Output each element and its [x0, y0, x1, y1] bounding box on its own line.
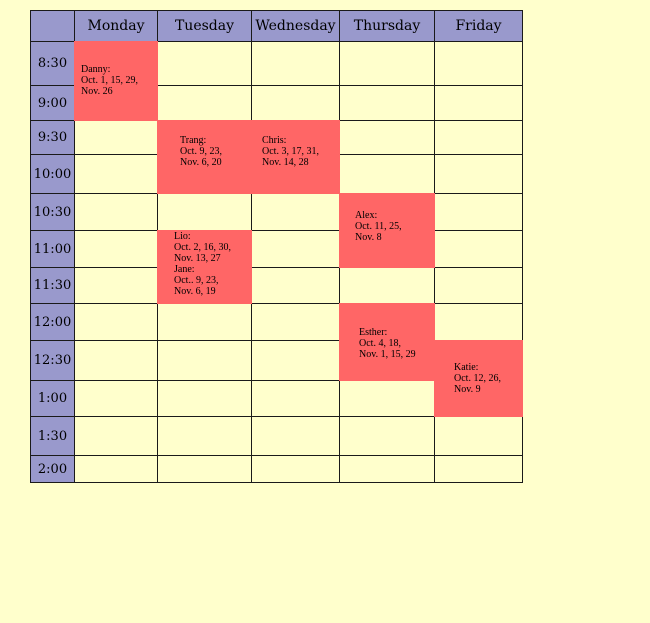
schedule-cell	[157, 340, 252, 381]
schedule-cell	[157, 193, 252, 231]
header-tuesday: Tuesday	[157, 10, 252, 42]
schedule-cell	[339, 267, 435, 304]
header-thursday: Thursday	[339, 10, 435, 42]
schedule-cell	[74, 154, 158, 194]
time-label: 11:00	[30, 230, 75, 268]
schedule-cell	[434, 120, 523, 155]
time-label: 10:00	[30, 154, 75, 194]
schedule-cell	[157, 41, 252, 86]
schedule-cell	[434, 154, 523, 194]
schedule-cell	[339, 41, 435, 86]
time-label: 8:30	[30, 41, 75, 86]
schedule-cell	[251, 303, 340, 341]
schedule-cell	[339, 455, 435, 483]
schedule-cell	[251, 380, 340, 417]
time-label: 12:30	[30, 340, 75, 381]
schedule-cell	[339, 416, 435, 456]
schedule-cell	[434, 416, 523, 456]
schedule-cell	[339, 85, 435, 121]
schedule-cell	[251, 455, 340, 483]
schedule-cell	[434, 267, 523, 304]
schedule-cell	[157, 416, 252, 456]
time-label: 1:00	[30, 380, 75, 417]
schedule-cell	[157, 85, 252, 121]
schedule-cell	[251, 267, 340, 304]
schedule-cell	[157, 455, 252, 483]
schedule-cell	[74, 303, 158, 341]
time-label: 9:00	[30, 85, 75, 121]
schedule-cell	[339, 380, 435, 417]
schedule-cell	[157, 380, 252, 417]
schedule-cell	[157, 303, 252, 341]
appointment-alex: Alex: Oct. 11, 25, Nov. 8	[339, 193, 435, 268]
schedule-cell	[74, 120, 158, 155]
schedule-cell	[251, 41, 340, 86]
time-label: 11:30	[30, 267, 75, 304]
schedule-cell	[251, 85, 340, 121]
schedule-cell	[74, 455, 158, 483]
schedule-cell	[74, 193, 158, 231]
time-label: 12:00	[30, 303, 75, 341]
schedule-cell	[434, 85, 523, 121]
schedule-cell	[339, 154, 435, 194]
appointment-katie: Katie: Oct. 12, 26, Nov. 9	[434, 340, 523, 417]
header-friday: Friday	[434, 10, 523, 42]
schedule-grid: Monday Tuesday Wednesday Thursday Friday…	[0, 0, 650, 623]
appointment-trang: Trang: Oct. 9, 23, Nov. 6, 20	[157, 120, 252, 194]
schedule-cell	[434, 230, 523, 268]
schedule-cell	[74, 340, 158, 381]
schedule-cell	[339, 120, 435, 155]
header-monday: Monday	[74, 10, 158, 42]
schedule-cell	[434, 41, 523, 86]
schedule-cell	[74, 380, 158, 417]
appointment-esther: Esther: Oct. 4, 18, Nov. 1, 15, 29	[339, 303, 435, 381]
schedule-cell	[434, 455, 523, 483]
schedule-cell	[74, 267, 158, 304]
time-label: 9:30	[30, 120, 75, 155]
schedule-cell	[251, 193, 340, 231]
corner-cell	[30, 10, 75, 42]
schedule-cell	[434, 193, 523, 231]
header-wednesday: Wednesday	[251, 10, 340, 42]
time-label: 10:30	[30, 193, 75, 231]
schedule-cell	[251, 340, 340, 381]
schedule-cell	[251, 230, 340, 268]
schedule-cell	[434, 303, 523, 341]
time-label: 1:30	[30, 416, 75, 456]
appointment-danny: Danny: Oct. 1, 15, 29, Nov. 26	[74, 41, 158, 121]
time-label: 2:00	[30, 455, 75, 483]
appointment-lio-jane: Lio: Oct. 2, 16, 30, Nov. 13, 27 Jane: O…	[157, 230, 252, 304]
appointment-chris: Chris: Oct. 3, 17, 31, Nov. 14, 28	[251, 120, 340, 194]
schedule-cell	[74, 230, 158, 268]
schedule-cell	[251, 416, 340, 456]
schedule-cell	[74, 416, 158, 456]
